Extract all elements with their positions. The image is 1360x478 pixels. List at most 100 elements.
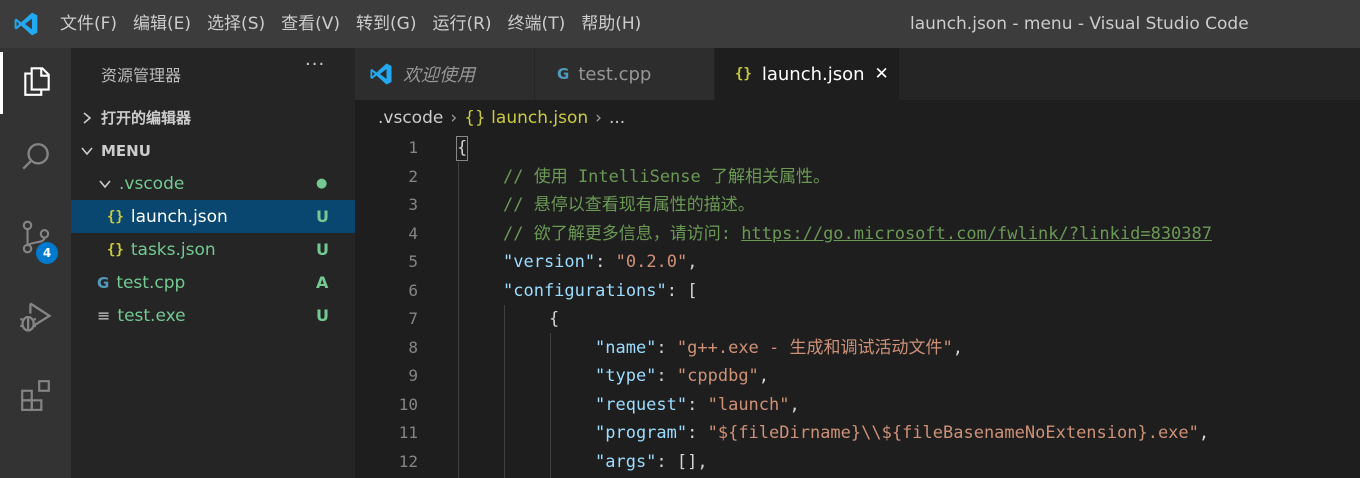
git-status-dot: ● — [316, 176, 328, 191]
tree-item-test-cpp[interactable]: G test.cpp A — [71, 266, 355, 299]
code-token: : [], — [656, 451, 708, 472]
tab-label: test.cpp — [578, 63, 652, 85]
vscode-logo-icon — [369, 62, 393, 86]
line-number: 1 — [408, 138, 418, 157]
indent-guide — [504, 305, 505, 478]
code-line: "args": [], — [595, 448, 708, 477]
menu-file[interactable]: 文件(F) — [52, 0, 125, 48]
tree-item-launch-json[interactable]: {} launch.json U — [71, 200, 355, 233]
indent-guide — [550, 333, 551, 478]
source-control-button[interactable]: 4 — [0, 208, 71, 270]
cpp-file-icon: G — [557, 65, 570, 83]
code-token: { — [549, 309, 560, 329]
line-number: 12 — [398, 451, 418, 471]
menu-view[interactable]: 查看(V) — [273, 0, 348, 48]
activity-bar: 4 — [0, 48, 71, 478]
line-number: 10 — [398, 394, 418, 414]
window-title: launch.json - menu - Visual Studio Code — [910, 14, 1249, 34]
open-editors-label: 打开的编辑器 — [101, 109, 192, 127]
tree-item-vscode-folder[interactable]: .vscode ● — [71, 167, 355, 200]
git-status-letter: U — [316, 240, 329, 259]
vscode-logo-icon — [0, 0, 52, 48]
chevron-right-icon: › — [450, 108, 458, 128]
close-icon[interactable]: ✕ — [875, 64, 889, 84]
line-number: 4 — [408, 223, 418, 243]
code-token: , — [1198, 423, 1210, 443]
line-number: 8 — [408, 337, 418, 357]
breadcrumb-item[interactable]: ... — [609, 108, 625, 128]
title-bar: 文件(F) 编辑(E) 选择(S) 查看(V) 转到(G) 运行(R) 终端(T… — [0, 0, 1360, 48]
code-line: "version": "0.2.0", — [503, 248, 698, 277]
open-editors-section[interactable]: 打开的编辑器 — [71, 101, 355, 134]
scm-badge: 4 — [36, 242, 58, 264]
code-line: // 使用 IntelliSense 了解相关属性。 — [503, 163, 830, 192]
menu-selection[interactable]: 选择(S) — [199, 0, 273, 48]
text-file-icon: ≡ — [97, 306, 111, 325]
code-token: "configurations" — [503, 280, 667, 301]
chevron-right-icon: › — [595, 108, 602, 128]
json-file-icon: {} — [735, 66, 752, 82]
code-token: , — [789, 394, 800, 415]
code-line: "configurations": [ — [503, 277, 697, 306]
tree-item-label: launch.json — [130, 206, 228, 227]
code-token: "0.2.0" — [615, 252, 688, 272]
git-status-letter: U — [316, 306, 329, 325]
code-line: // 悬停以查看现有属性的描述。 — [503, 191, 755, 220]
menu-help[interactable]: 帮助(H) — [573, 0, 649, 48]
sidebar-title: 资源管理器 — [101, 66, 182, 85]
more-actions-icon[interactable]: ··· — [305, 54, 325, 75]
code-token: "name" — [595, 337, 657, 358]
folder-label: MENU — [101, 141, 151, 160]
line-number: 3 — [408, 195, 418, 214]
code-line: "type": "cppdbg", — [595, 362, 769, 391]
menu-go[interactable]: 转到(G) — [348, 0, 424, 48]
indent-guide — [458, 162, 459, 478]
code-token: "launch" — [707, 394, 790, 415]
menu-bar: 文件(F) 编辑(E) 选择(S) 查看(V) 转到(G) 运行(R) 终端(T… — [52, 0, 649, 48]
explorer-sidebar: 资源管理器 ··· 打开的编辑器 MENU .vscode ● {} launc… — [71, 48, 355, 478]
tree-item-tasks-json[interactable]: {} tasks.json U — [71, 233, 355, 266]
code-token: , — [687, 252, 698, 272]
line-number: 9 — [408, 366, 418, 385]
code-line: // 欲了解更多信息，请访问: https://go.microsoft.com… — [503, 220, 1212, 249]
search-icon — [19, 140, 53, 178]
search-button[interactable] — [0, 128, 71, 190]
tree-item-test-exe[interactable]: ≡ test.exe U — [71, 299, 355, 332]
breadcrumb-file: {} launch.json — [464, 108, 589, 128]
tab-launch-json[interactable]: {} launch.json ✕ — [715, 48, 900, 100]
editor-tabs: 欢迎使用 G test.cpp {} launch.json ✕ — [355, 48, 1360, 100]
extensions-icon — [19, 378, 53, 416]
line-number: 7 — [408, 309, 418, 328]
line-number: 5 — [408, 252, 418, 271]
code-token: "request" — [595, 394, 688, 415]
code-token: : — [656, 337, 677, 358]
menu-run[interactable]: 运行(R) — [424, 0, 499, 48]
code-token: "program" — [595, 423, 688, 443]
explorer-button[interactable] — [0, 52, 71, 114]
tab-test-cpp[interactable]: G test.cpp — [535, 48, 715, 100]
code-line: "request": "launch", — [595, 391, 800, 420]
line-number: 6 — [408, 280, 418, 300]
code-token[interactable]: https://go.microsoft.com/fwlink/?linkid=… — [741, 224, 1212, 244]
code-editor[interactable]: 1 2 3 4 5 6 7 8 9 10 11 12 {// 使用 IntelliSense 了解相关… — [355, 134, 1360, 478]
code-line: { — [549, 305, 559, 334]
git-status-letter: A — [316, 273, 329, 292]
run-debug-button[interactable] — [0, 288, 71, 350]
menu-terminal[interactable]: 终端(T) — [500, 0, 574, 48]
code-line: "name": "g++.exe - 生成和调试活动文件", — [595, 334, 963, 363]
code-token: "version" — [503, 252, 596, 272]
tree-item-label: .vscode — [119, 173, 185, 194]
git-status-letter: U — [316, 207, 329, 226]
chevron-down-icon — [97, 178, 113, 190]
menu-edit[interactable]: 编辑(E) — [125, 0, 199, 48]
tab-welcome[interactable]: 欢迎使用 — [355, 48, 535, 100]
extensions-button[interactable] — [0, 366, 71, 428]
folder-section-menu[interactable]: MENU — [71, 134, 355, 167]
cpp-file-icon: G — [97, 273, 110, 292]
chevron-right-icon — [79, 111, 95, 125]
code-token: : — [687, 394, 708, 415]
breadcrumb-item[interactable]: {} launch.json — [464, 108, 588, 128]
breadcrumb-item[interactable]: .vscode — [378, 108, 443, 128]
code-token: "g++.exe - 生成和调试活动文件" — [676, 337, 953, 358]
code-token: : — [656, 366, 677, 386]
